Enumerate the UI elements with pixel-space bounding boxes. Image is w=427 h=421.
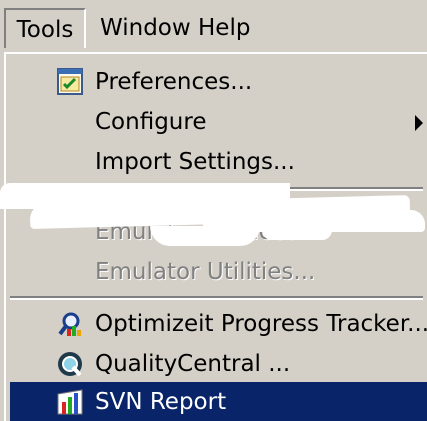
qualitycentral-icon bbox=[56, 350, 84, 378]
submenu-arrow-icon bbox=[415, 115, 423, 131]
menu-bar: Tools Window Help bbox=[0, 0, 427, 58]
menu-item-configure[interactable]: Configure bbox=[10, 102, 427, 142]
redaction-smear bbox=[262, 230, 332, 240]
menu-window[interactable]: Window bbox=[100, 8, 191, 48]
menu-item-emulator-utilities: Emulator Utilities... bbox=[10, 252, 427, 292]
menu-item-label: Configure bbox=[95, 109, 207, 135]
menu-item-label: Emulator Utilities... bbox=[95, 259, 316, 285]
menu-item-qualitycentral[interactable]: QualityCentral ... bbox=[10, 344, 427, 384]
menu-tools[interactable]: Tools bbox=[4, 8, 86, 48]
menu-item-label: Preferences... bbox=[95, 69, 253, 95]
redaction-smear bbox=[150, 226, 260, 246]
menu-item-preferences[interactable]: Preferences... bbox=[10, 62, 427, 102]
menu-help[interactable]: Help bbox=[198, 8, 250, 48]
menu-item-label: SVN Report bbox=[95, 389, 227, 415]
menu-item-optimizeit-progress-tracker[interactable]: Optimizeit Progress Tracker... bbox=[10, 304, 427, 344]
menu-item-label: QualityCentral ... bbox=[95, 351, 291, 377]
progress-tracker-icon bbox=[56, 310, 84, 338]
app-window: Tools Window Help Preferences... Configu… bbox=[0, 0, 427, 421]
menu-separator bbox=[10, 296, 423, 300]
preferences-checklist-icon bbox=[56, 68, 84, 96]
menu-item-label: Import Settings... bbox=[95, 149, 295, 175]
svn-report-icon bbox=[56, 388, 84, 416]
menu-item-svn-report[interactable]: SVN Report bbox=[10, 382, 427, 421]
menu-item-label: Optimizeit Progress Tracker... bbox=[95, 311, 427, 337]
menu-item-import-settings[interactable]: Import Settings... bbox=[10, 142, 427, 182]
